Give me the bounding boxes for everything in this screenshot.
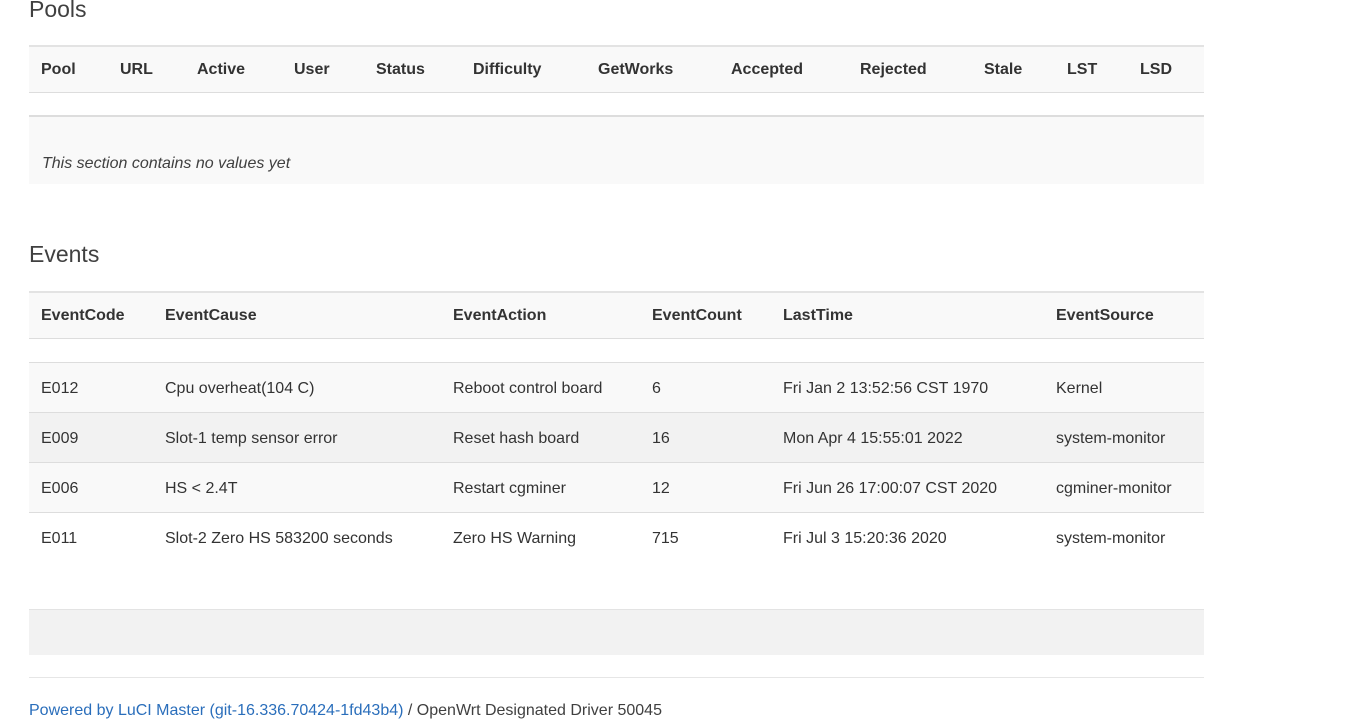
events-col-eventcause: EventCause [165, 307, 257, 324]
pools-col-status: Status [376, 61, 425, 78]
events-section-title: Events [29, 241, 100, 267]
events-col-eventaction: EventAction [453, 307, 547, 324]
pools-col-stale: Stale [984, 61, 1023, 78]
event-count: 16 [652, 430, 670, 447]
pools-empty-text: This section contains no values yet [42, 155, 291, 172]
pools-col-user: User [294, 61, 330, 78]
table-row: E009 Slot-1 temp sensor error Reset hash… [29, 413, 1204, 463]
event-cause: Cpu overheat(104 C) [165, 380, 315, 397]
pools-empty-placeholder: This section contains no values yet [29, 117, 1204, 184]
pools-table: Pool URL Active User Status Difficulty G… [29, 45, 1204, 184]
event-cause: Slot-1 temp sensor error [165, 430, 338, 447]
event-action: Restart cgminer [453, 480, 566, 497]
table-row: E006 HS < 2.4T Restart cgminer 12 Fri Ju… [29, 463, 1204, 513]
pools-col-lst: LST [1067, 61, 1098, 78]
pools-col-difficulty: Difficulty [473, 61, 542, 78]
event-code: E012 [41, 380, 79, 397]
event-source: cgminer-monitor [1056, 480, 1172, 497]
table-row: E012 Cpu overheat(104 C) Reboot control … [29, 363, 1204, 413]
pools-col-accepted: Accepted [731, 61, 804, 78]
firmware-version: OpenWrt Designated Driver 50045 [416, 702, 662, 719]
event-count: 715 [652, 530, 679, 547]
pools-col-url: URL [120, 61, 153, 78]
events-col-eventcode: EventCode [41, 307, 125, 324]
event-count: 12 [652, 480, 670, 497]
events-col-lasttime: LastTime [783, 307, 853, 324]
event-action: Reboot control board [453, 380, 603, 397]
event-lasttime: Fri Jun 26 17:00:07 CST 2020 [783, 480, 998, 497]
luci-link[interactable]: Powered by LuCI Master (git-16.336.70424… [29, 702, 403, 719]
event-count: 6 [652, 380, 661, 397]
event-action: Reset hash board [453, 430, 580, 447]
event-cause: HS < 2.4T [165, 480, 238, 497]
footer-separator: / [403, 702, 417, 719]
pools-col-pool: Pool [41, 61, 76, 78]
event-lasttime: Fri Jul 3 15:20:36 2020 [783, 530, 947, 547]
event-lasttime: Mon Apr 4 15:55:01 2022 [783, 430, 963, 447]
event-action: Zero HS Warning [453, 530, 576, 547]
pools-col-lsd: LSD [1140, 61, 1172, 78]
events-col-eventcount: EventCount [652, 307, 742, 324]
pools-col-rejected: Rejected [860, 61, 927, 78]
pools-table-spacer [29, 93, 1204, 117]
event-source: system-monitor [1056, 430, 1166, 447]
table-row: E011 Slot-2 Zero HS 583200 seconds Zero … [29, 513, 1204, 562]
event-source: system-monitor [1056, 530, 1166, 547]
status-page: Pools Pool URL Active User Status Diffic… [0, 0, 1354, 723]
pools-col-getworks: GetWorks [598, 61, 674, 78]
events-table-header: EventCode EventCause EventAction EventCo… [29, 291, 1204, 339]
event-lasttime: Fri Jan 2 13:52:56 CST 1970 [783, 380, 989, 397]
events-table-spacer [29, 339, 1204, 363]
events-col-eventsource: EventSource [1056, 307, 1154, 324]
event-cause: Slot-2 Zero HS 583200 seconds [165, 530, 393, 547]
events-table-footer [29, 609, 1204, 655]
events-table: EventCode EventCause EventAction EventCo… [29, 291, 1204, 562]
event-source: Kernel [1056, 380, 1103, 397]
event-code: E009 [41, 430, 79, 447]
pools-section-title: Pools [29, 0, 87, 22]
footer-divider [29, 677, 1204, 678]
pools-col-active: Active [197, 61, 246, 78]
event-code: E006 [41, 480, 79, 497]
pools-table-header: Pool URL Active User Status Difficulty G… [29, 45, 1204, 93]
page-footer: Powered by LuCI Master (git-16.336.70424… [29, 702, 662, 720]
event-code: E011 [41, 530, 78, 547]
